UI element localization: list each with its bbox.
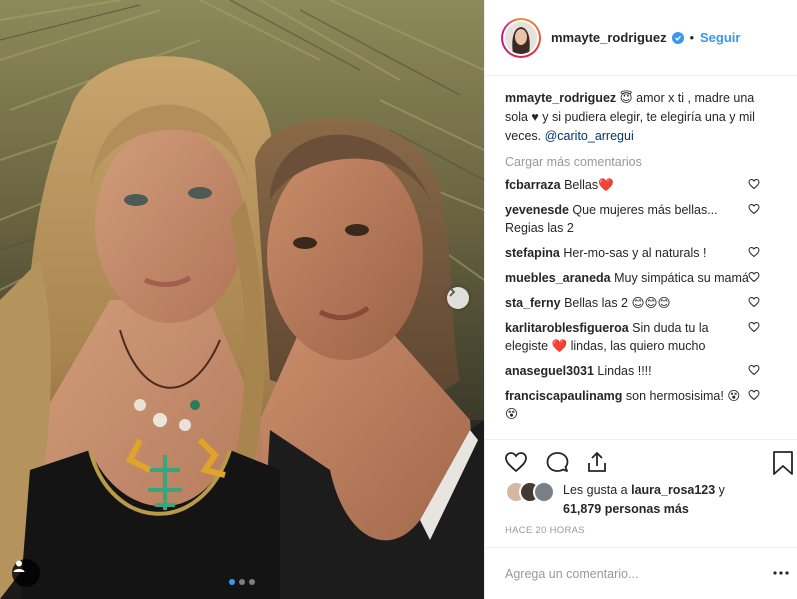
comment-text: Muy simpática su mamá bbox=[610, 271, 749, 285]
avatar[interactable] bbox=[501, 17, 541, 58]
user-tag-button[interactable] bbox=[12, 559, 40, 587]
add-comment-bar bbox=[485, 547, 797, 599]
photo-illustration bbox=[0, 0, 484, 599]
share-icon[interactable] bbox=[585, 450, 609, 474]
comment-item: karlitaroblesfigueroa Sin duda tu la ele… bbox=[505, 319, 760, 355]
likes-summary: Les gusta a laura_rosa123 y 61,879 perso… bbox=[505, 481, 785, 519]
caption-username[interactable]: mmayte_rodriguez bbox=[505, 91, 616, 105]
post-caption: mmayte_rodriguez 😇 amor x ti , madre una… bbox=[505, 89, 765, 146]
comment-username[interactable]: fcbarraza bbox=[505, 178, 561, 192]
comment-item: anaseguel3031 Lindas !!!! bbox=[505, 362, 760, 380]
likes-text: Les gusta a laura_rosa123 y 61,879 perso… bbox=[563, 483, 725, 516]
verified-badge-icon bbox=[671, 31, 684, 44]
heart-icon[interactable] bbox=[748, 389, 760, 401]
comment-username[interactable]: stefapina bbox=[505, 246, 560, 260]
action-bar bbox=[485, 439, 797, 479]
header-username[interactable]: mmayte_rodriguez bbox=[551, 30, 667, 45]
comments-list: mmayte_rodriguez 😇 amor x ti , madre una… bbox=[485, 77, 797, 438]
user-tag-icon bbox=[13, 560, 25, 572]
comment-username[interactable]: sta_ferny bbox=[505, 296, 561, 310]
heart-icon[interactable] bbox=[748, 203, 760, 215]
heart-icon[interactable] bbox=[748, 271, 760, 283]
carousel-dot bbox=[239, 579, 245, 585]
comment-text: Bellas❤️ bbox=[560, 178, 614, 192]
comment-item: franciscapaulinamg son hermosisima! 😵😵 bbox=[505, 387, 760, 423]
comment-username[interactable]: franciscapaulinamg bbox=[505, 389, 622, 403]
load-more-comments-button[interactable]: Cargar más comentarios bbox=[505, 155, 782, 169]
comment-username[interactable]: yevenesde bbox=[505, 203, 569, 217]
likes-count-link[interactable]: 61,879 personas más bbox=[563, 502, 689, 516]
comment-text: Her-mo-sas y al naturals ! bbox=[559, 246, 707, 260]
caption-mention[interactable]: @carito_arregui bbox=[545, 129, 634, 143]
comment-item: yevenesde Que mujeres más bellas... Regi… bbox=[505, 201, 760, 237]
comment-item: stefapina Her-mo-sas y al naturals ! bbox=[505, 244, 760, 262]
heart-icon[interactable] bbox=[748, 178, 760, 190]
comment-text: Lindas !!!! bbox=[593, 364, 652, 378]
likes-user-link[interactable]: laura_rosa123 bbox=[631, 483, 715, 497]
liker-avatars[interactable] bbox=[505, 481, 557, 503]
comment-item: muebles_araneda Muy simpática su mamá bbox=[505, 269, 760, 287]
carousel-next-button[interactable] bbox=[447, 287, 469, 309]
comment-input[interactable] bbox=[505, 566, 745, 581]
avatar-image bbox=[505, 21, 537, 54]
heart-icon[interactable] bbox=[748, 246, 760, 258]
comment-username[interactable]: muebles_araneda bbox=[505, 271, 611, 285]
post-side-panel: mmayte_rodriguez • Seguir mmayte_rodrigu… bbox=[484, 0, 797, 599]
heart-icon[interactable] bbox=[748, 296, 760, 308]
comment-text: Bellas las 2 😊😊😊 bbox=[560, 296, 671, 310]
post-timestamp[interactable]: HACE 20 HORAS bbox=[505, 525, 585, 536]
comment-username[interactable]: karlitaroblesfigueroa bbox=[505, 321, 629, 335]
comment-item: fcbarraza Bellas❤️ bbox=[505, 176, 760, 194]
heart-icon[interactable] bbox=[748, 321, 760, 333]
heart-icon[interactable] bbox=[503, 450, 529, 474]
post-photo[interactable] bbox=[0, 0, 484, 599]
post-header: mmayte_rodriguez • Seguir bbox=[485, 0, 797, 76]
carousel-dot bbox=[249, 579, 255, 585]
comment-username[interactable]: anaseguel3031 bbox=[505, 364, 594, 378]
comment-icon[interactable] bbox=[545, 450, 570, 474]
carousel-dots bbox=[229, 579, 255, 585]
carousel-dot-active bbox=[229, 579, 235, 585]
follow-button[interactable]: Seguir bbox=[700, 30, 740, 45]
bookmark-icon[interactable] bbox=[772, 450, 794, 476]
header-separator: • bbox=[689, 30, 694, 45]
comment-item: sta_ferny Bellas las 2 😊😊😊 bbox=[505, 294, 760, 312]
heart-icon[interactable] bbox=[748, 364, 760, 376]
chevron-right-icon bbox=[449, 287, 456, 297]
more-options-icon[interactable] bbox=[773, 570, 789, 576]
avatar bbox=[533, 481, 555, 503]
